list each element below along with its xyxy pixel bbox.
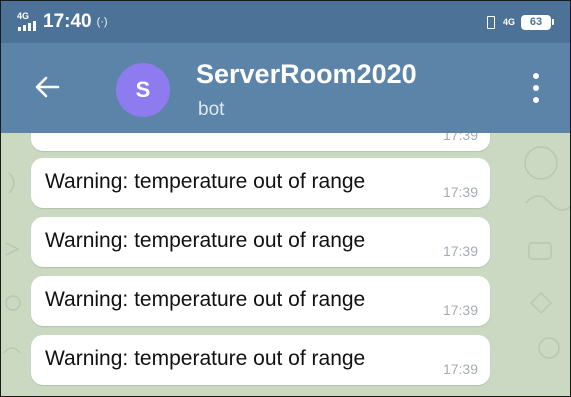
- chat-subtitle: bot: [198, 99, 225, 120]
- signal-icon: 4G: [17, 11, 39, 31]
- message-time: 17:39: [442, 243, 478, 259]
- message-list[interactable]: 17:39 Warning: temperature out of range …: [1, 133, 570, 396]
- message-text: Warning: temperature out of range: [45, 288, 366, 311]
- message-time: 17:39: [442, 302, 478, 318]
- battery-tip: [552, 19, 554, 25]
- message-text: Warning: temperature out of range: [45, 347, 366, 370]
- message-text: Warning: temperature out of range: [45, 229, 366, 252]
- arrow-left-icon: [35, 76, 60, 98]
- more-options-button[interactable]: [530, 73, 542, 103]
- chat-header: S ServerRoom2020 bot: [1, 43, 570, 133]
- avatar[interactable]: S: [116, 63, 170, 117]
- message-time: 17:39: [442, 133, 478, 143]
- message-time: 17:39: [442, 361, 478, 377]
- network-type-label: 4G: [17, 11, 30, 21]
- chat-title[interactable]: ServerRoom2020: [196, 59, 417, 90]
- message-bubble[interactable]: Warning: temperature out of range 17:39: [31, 217, 490, 267]
- message-bubble[interactable]: 17:39: [31, 133, 490, 151]
- status-right: 4G 63: [483, 14, 554, 30]
- signal-bars: [18, 21, 36, 31]
- message-bubble[interactable]: Warning: temperature out of range 17:39: [31, 276, 490, 326]
- status-left: 4G 17:40 (·): [17, 11, 108, 33]
- vibrate-icon: [483, 15, 497, 29]
- message-bubble[interactable]: Warning: temperature out of range 17:39: [31, 335, 490, 385]
- hotspot-icon: (·): [96, 16, 108, 28]
- back-button[interactable]: [29, 69, 65, 105]
- network-type-right: 4G: [502, 16, 515, 27]
- battery-level: 63: [521, 14, 551, 30]
- message-text: Warning: temperature out of range: [45, 170, 366, 193]
- phone-screen: 4G 17:40 (·) 4G 63 S ServerRoom2020 bot: [0, 0, 571, 397]
- more-vertical-icon: [533, 73, 539, 79]
- message-time: 17:39: [442, 184, 478, 200]
- battery-icon: 63: [521, 14, 554, 30]
- status-bar: 4G 17:40 (·) 4G 63: [1, 1, 570, 43]
- status-time: 17:40: [43, 11, 92, 32]
- message-bubble[interactable]: Warning: temperature out of range 17:39: [31, 158, 490, 208]
